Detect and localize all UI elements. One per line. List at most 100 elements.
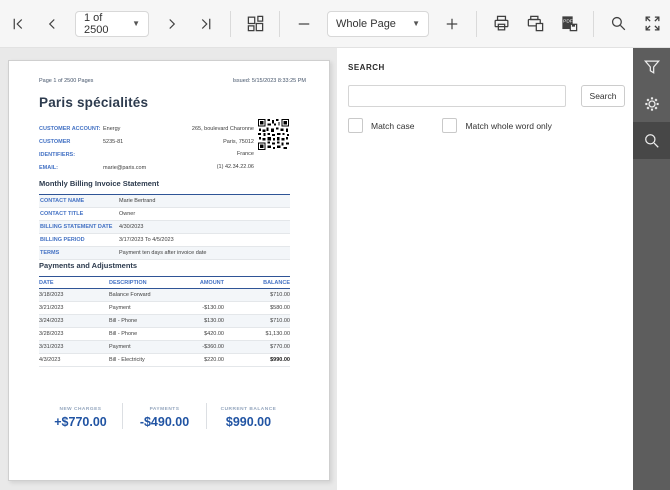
- chevron-left-icon: [48, 18, 55, 29]
- page-number-combo[interactable]: 1 of 2500 ▼: [75, 10, 149, 37]
- address-line: France: [236, 151, 254, 157]
- statement-field-value: Marie Bertrand: [119, 198, 156, 204]
- match-whole-word-option[interactable]: Match whole word only: [442, 118, 552, 133]
- viewer-toolbar: 1 of 2500 ▼ Whole Page ▼ PDF: [0, 0, 670, 48]
- toolbar-separator: [279, 10, 280, 37]
- tab-settings[interactable]: [633, 85, 670, 122]
- document-preview-area[interactable]: Page 1 of 2500 Pages Issued: 5/15/2023 8…: [0, 48, 337, 490]
- customer-field-row: CUSTOMER IDENTIFIERS: 5235-81: [39, 136, 146, 162]
- summary-label: PAYMENTS: [149, 407, 180, 412]
- match-whole-word-checkbox[interactable]: [442, 118, 458, 133]
- statement-field-value: 3/17/2023 To 4/5/2023: [119, 237, 174, 243]
- page-number-value: 1 of 2500: [84, 11, 109, 36]
- printer-page-icon: [527, 15, 543, 32]
- next-page-button[interactable]: [157, 9, 187, 39]
- table-row: 3/24/2023 Bill - Phone $130.00 $710.00: [39, 315, 290, 328]
- address-line: Paris, 75012: [223, 138, 254, 145]
- fullscreen-icon: [645, 16, 659, 31]
- zoom-level-combo[interactable]: Whole Page ▼: [327, 10, 429, 37]
- payments-table-header: DATE DESCRIPTION AMOUNT BALANCE: [39, 276, 290, 289]
- cell-balance: $580.00: [270, 305, 290, 311]
- cell-balance: $770.00: [270, 344, 290, 350]
- customer-field-value: marie@paris.com: [103, 165, 147, 171]
- filter-icon: [643, 60, 660, 74]
- summary-value: +$770.00: [54, 415, 107, 429]
- cell-amount: [166, 289, 224, 302]
- print-button[interactable]: [486, 9, 516, 39]
- multipage-view-icon: [247, 15, 263, 32]
- print-page-button[interactable]: [520, 9, 550, 39]
- first-page-icon: [13, 18, 23, 29]
- side-tabstrip: [633, 48, 670, 490]
- printer-icon: [494, 15, 508, 31]
- statement-field-value: Payment ten days after invoice date: [119, 250, 207, 256]
- match-case-option[interactable]: Match case: [348, 118, 414, 133]
- summary-value: $990.00: [225, 415, 272, 429]
- search-panel: SEARCH Search Match case Match whole wor…: [337, 48, 633, 490]
- multipage-view-button[interactable]: [240, 9, 270, 39]
- tab-search[interactable]: [633, 122, 670, 159]
- summary-cell: NEW CHARGES +$770.00: [39, 403, 122, 429]
- zoom-out-button[interactable]: [289, 9, 319, 39]
- statement-field-value: 4/30/2023: [119, 224, 144, 230]
- fullscreen-button[interactable]: [637, 9, 667, 39]
- report-title: Paris spécialités: [39, 95, 149, 110]
- statement-field-label: BILLING PERIOD: [40, 237, 85, 243]
- statement-field-row: TERMS Payment ten days after invoice dat…: [39, 247, 290, 260]
- qr-code: [258, 119, 289, 150]
- cell-balance: $710.00: [270, 318, 290, 324]
- cell-date: 3/28/2023: [39, 331, 64, 337]
- toolbar-separator: [230, 10, 231, 37]
- toolbar-separator: [593, 10, 594, 37]
- cell-balance: $990.00: [270, 357, 290, 363]
- chevron-down-icon: ▼: [132, 19, 140, 28]
- table-row: 3/28/2023 Bill - Phone $420.00 $1,130.00: [39, 328, 290, 341]
- cell-amount: $220.00: [204, 357, 224, 363]
- first-page-button[interactable]: [3, 9, 33, 39]
- customer-address-block: 265, boulevard Charonne Paris, 75012 Franc…: [192, 123, 254, 173]
- address-line: (1) 42.34.22.06: [216, 163, 254, 170]
- last-page-icon: [201, 18, 211, 29]
- chevron-right-icon: [169, 18, 176, 29]
- match-case-checkbox[interactable]: [348, 118, 363, 133]
- customer-field-label: CUSTOMER IDENTIFIERS:: [39, 139, 76, 158]
- address-line: 265, boulevard Charonne: [191, 126, 254, 132]
- cell-description: Bill - Phone: [109, 318, 138, 324]
- customer-field-label: EMAIL:: [39, 165, 58, 171]
- cell-date: 3/31/2023: [39, 344, 64, 350]
- table-row: 3/31/2023 Payment -$360.00 $770.00: [39, 341, 290, 354]
- search-icon: [644, 133, 659, 148]
- search-button[interactable]: Search: [581, 85, 625, 107]
- statement-field-label: BILLING STATEMENT DATE: [40, 224, 113, 230]
- payments-table: DATE DESCRIPTION AMOUNT BALANCE 3/18/202…: [39, 276, 290, 367]
- table-row: 4/3/2023 Bill - Electricity $220.00 $990…: [39, 354, 290, 367]
- summary-value: -$490.00: [139, 415, 190, 429]
- gear-icon: [644, 96, 659, 111]
- payments-table-body: 3/18/2023 Balance Forward $710.00 3/21/2…: [39, 289, 290, 367]
- zoom-in-button[interactable]: [437, 9, 467, 39]
- customer-field-row: EMAIL: marie@paris.com: [39, 162, 146, 175]
- match-case-label: Match case: [371, 120, 415, 131]
- tab-filter[interactable]: [633, 48, 670, 85]
- statement-field-row: CONTACT NAME Marie Bertrand: [39, 195, 290, 208]
- cell-amount: $130.00: [204, 318, 224, 324]
- cell-balance: $710.00: [270, 292, 290, 298]
- statement-field-label: CONTACT NAME: [40, 198, 85, 204]
- search-input[interactable]: [348, 85, 566, 107]
- export-pdf-button[interactable]: PDF: [554, 9, 584, 39]
- table-row: 3/21/2023 Payment -$130.00 $580.00: [39, 302, 290, 315]
- cell-date: 3/21/2023: [39, 305, 64, 311]
- previous-page-button[interactable]: [37, 9, 67, 39]
- search-toggle-button[interactable]: [603, 9, 633, 39]
- customer-field-row: CUSTOMER ACCOUNT: Energy: [39, 123, 146, 136]
- summary-label: CURRENT BALANCE: [220, 407, 277, 412]
- cell-description: Payment: [109, 305, 131, 311]
- summary-label: NEW CHARGES: [59, 407, 102, 412]
- page-info-text: Page 1 of 2500 Pages: [39, 78, 94, 84]
- search-options-row: Match case Match whole word only: [348, 118, 625, 133]
- statement-field-row: BILLING STATEMENT DATE 4/30/2023: [39, 221, 290, 234]
- cell-description: Payment: [109, 344, 131, 350]
- match-whole-word-label: Match whole word only: [465, 120, 552, 131]
- last-page-button[interactable]: [191, 9, 221, 39]
- statement-field-value: Owner: [119, 211, 136, 217]
